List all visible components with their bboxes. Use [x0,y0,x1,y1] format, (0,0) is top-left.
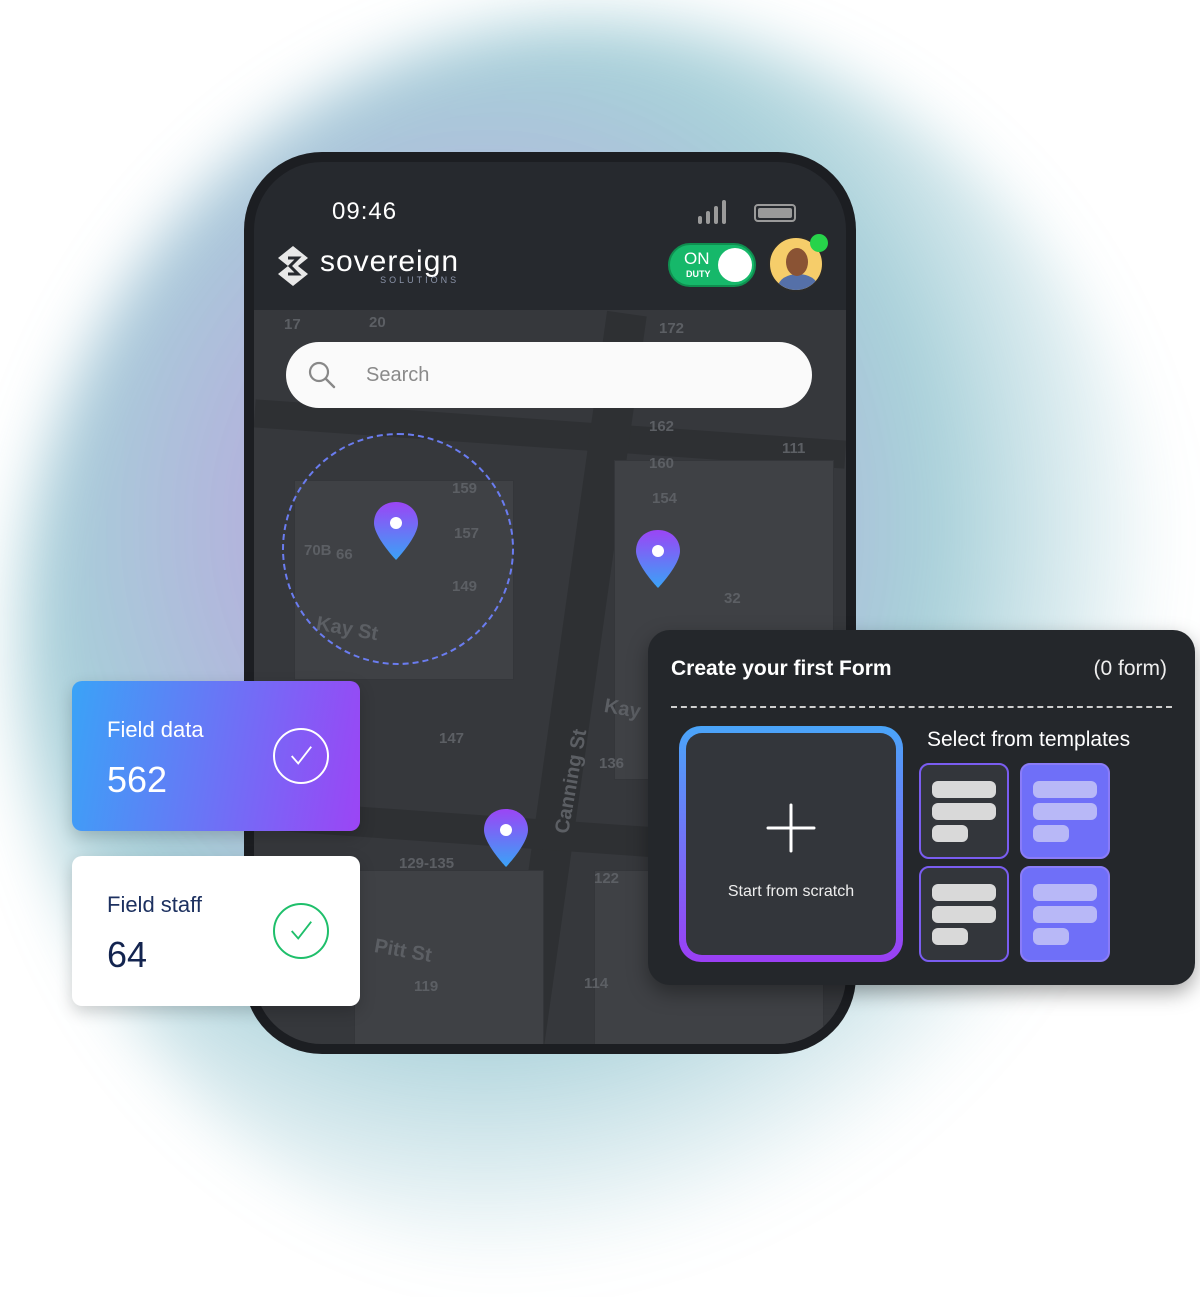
brand-logo: sovereign SOLUTIONS [276,244,459,288]
search-input[interactable]: Search [286,342,812,408]
template-option[interactable] [1020,763,1110,859]
map-label: 129-135 [399,855,455,872]
map-pin-icon[interactable] [372,500,420,562]
template-option[interactable] [919,866,1009,962]
brand-name: sovereign [320,245,460,278]
map-label: 147 [439,730,465,747]
field-staff-card[interactable]: Field staff 64 [72,856,360,1006]
stat-value: 562 [107,759,168,800]
plus-icon [766,803,816,853]
status-time: 09:46 [332,198,398,225]
stat-label: Field staff [107,892,202,917]
signal-icon [698,200,726,224]
divider [671,706,1172,708]
form-panel-title: Create your first Form [671,657,892,680]
create-form-panel: Create your first Form (0 form) Start fr… [648,630,1195,985]
form-count: (0 form) [1093,657,1168,680]
sovereign-logo-icon [278,246,308,286]
map-label: 154 [652,490,678,507]
map-pin-icon[interactable] [482,807,530,869]
on-duty-toggle[interactable]: ON DUTY [668,243,756,287]
stat-label: Field data [107,717,204,742]
map-label: 136 [599,755,625,772]
map-pin-icon[interactable] [634,528,682,590]
map-label: 114 [584,975,609,992]
field-data-card[interactable]: Field data 562 [72,681,360,831]
map-label: 20 [369,314,386,331]
toggle-knob [718,248,752,282]
map-label: 122 [594,870,620,887]
stat-value: 64 [107,934,148,975]
template-option[interactable] [1020,866,1110,962]
map-label: 162 [649,418,675,435]
start-from-scratch-button[interactable]: Start from scratch [679,726,903,962]
template-option[interactable] [919,763,1009,859]
check-circle-icon [273,728,329,784]
map-label: 172 [659,320,685,337]
map-label: 160 [649,455,675,472]
online-indicator [810,234,828,252]
map-label: 17 [284,316,301,333]
map-label: 111 [782,440,806,457]
map-label: 119 [414,978,439,995]
search-placeholder: Search [366,363,430,386]
map-label: 32 [724,590,741,607]
battery-icon [754,204,796,222]
search-icon [308,361,336,389]
toggle-label: DUTY [686,269,711,279]
templates-title: Select from templates [927,728,1131,751]
street-label: Kay [602,694,643,724]
toggle-state: ON [684,249,710,268]
check-circle-icon [273,903,329,959]
scratch-label: Start from scratch [727,883,855,900]
